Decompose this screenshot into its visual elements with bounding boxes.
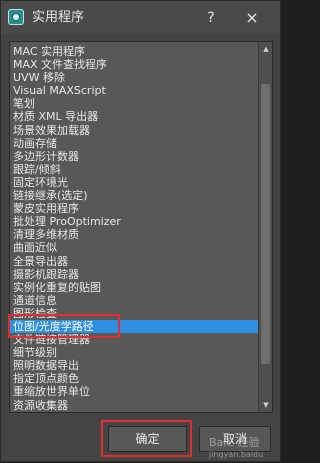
- list-item[interactable]: 重缩放世界单位: [10, 385, 258, 398]
- close-button[interactable]: ×: [239, 7, 265, 29]
- list-item[interactable]: 跟踪/倾斜: [10, 163, 258, 176]
- list-item[interactable]: 资源收集器: [10, 399, 258, 412]
- list-item[interactable]: 通道信息: [10, 294, 258, 307]
- list-item[interactable]: 场景效果加载器: [10, 124, 258, 137]
- list-item[interactable]: MAX 文件查找程序: [10, 58, 258, 71]
- list-item[interactable]: 清理多维材质: [10, 228, 258, 241]
- utilities-list-items: MAC 实用程序 MAX 文件查找程序 UVW 移除 Visual MAXScript…: [10, 45, 258, 412]
- scrollbar-thumb[interactable]: [261, 84, 270, 364]
- ok-button[interactable]: 确定: [108, 426, 187, 452]
- max-app-icon: [8, 9, 24, 25]
- utilities-dialog: 实用程序 ? × MAC 实用程序 MAX 文件查找程序 UVW 移除 Visual …: [0, 0, 281, 462]
- list-item[interactable]: 蒙皮实用程序: [10, 202, 258, 215]
- dialog-title: 实用程序: [32, 10, 85, 25]
- list-item[interactable]: 全景导出器: [10, 255, 258, 268]
- list-item[interactable]: 批处理 ProOptimizer: [10, 215, 258, 228]
- baidu-watermark: Baiℂ 经验 jingyan.baidu: [209, 437, 282, 463]
- scroll-down-arrow-icon[interactable]: ▼: [260, 399, 272, 411]
- list-item[interactable]: 动画存储: [10, 137, 258, 150]
- help-button[interactable]: ?: [199, 7, 223, 29]
- watermark-line2: jingyan.baidu: [209, 450, 264, 459]
- list-scrollbar[interactable]: ▲ ▼: [258, 42, 272, 412]
- list-item[interactable]: 曲面近似: [10, 241, 258, 254]
- scroll-up-arrow-icon[interactable]: ▲: [260, 43, 272, 55]
- list-item[interactable]: 照明数据导出: [10, 359, 258, 372]
- list-item[interactable]: 位图/光度学路径: [10, 319, 258, 334]
- title-bar[interactable]: 实用程序 ? ×: [1, 1, 280, 34]
- list-item[interactable]: 细节级别: [10, 346, 258, 359]
- list-item[interactable]: 文件链接管理器: [10, 333, 258, 346]
- list-item[interactable]: 实例化重复的贴图: [10, 281, 258, 294]
- watermark-line1: Baiℂ 经验: [209, 436, 260, 449]
- list-item[interactable]: 链接继承(选定): [10, 189, 258, 202]
- list-item[interactable]: Visual MAXScript: [10, 84, 258, 97]
- list-item[interactable]: 材质 XML 导出器: [10, 110, 258, 123]
- list-item[interactable]: 指定顶点颜色: [10, 372, 258, 385]
- list-item[interactable]: 图形检查: [10, 307, 258, 320]
- list-item[interactable]: 固定环境光: [10, 176, 258, 189]
- list-item[interactable]: 多边形计数器: [10, 150, 258, 163]
- list-item[interactable]: UVW 移除: [10, 71, 258, 84]
- list-item[interactable]: 笔划: [10, 97, 258, 110]
- list-item[interactable]: 摄影机跟踪器: [10, 268, 258, 281]
- list-item[interactable]: MAC 实用程序: [10, 45, 258, 58]
- utilities-list[interactable]: MAC 实用程序 MAX 文件查找程序 UVW 移除 Visual MAXScript…: [9, 41, 273, 413]
